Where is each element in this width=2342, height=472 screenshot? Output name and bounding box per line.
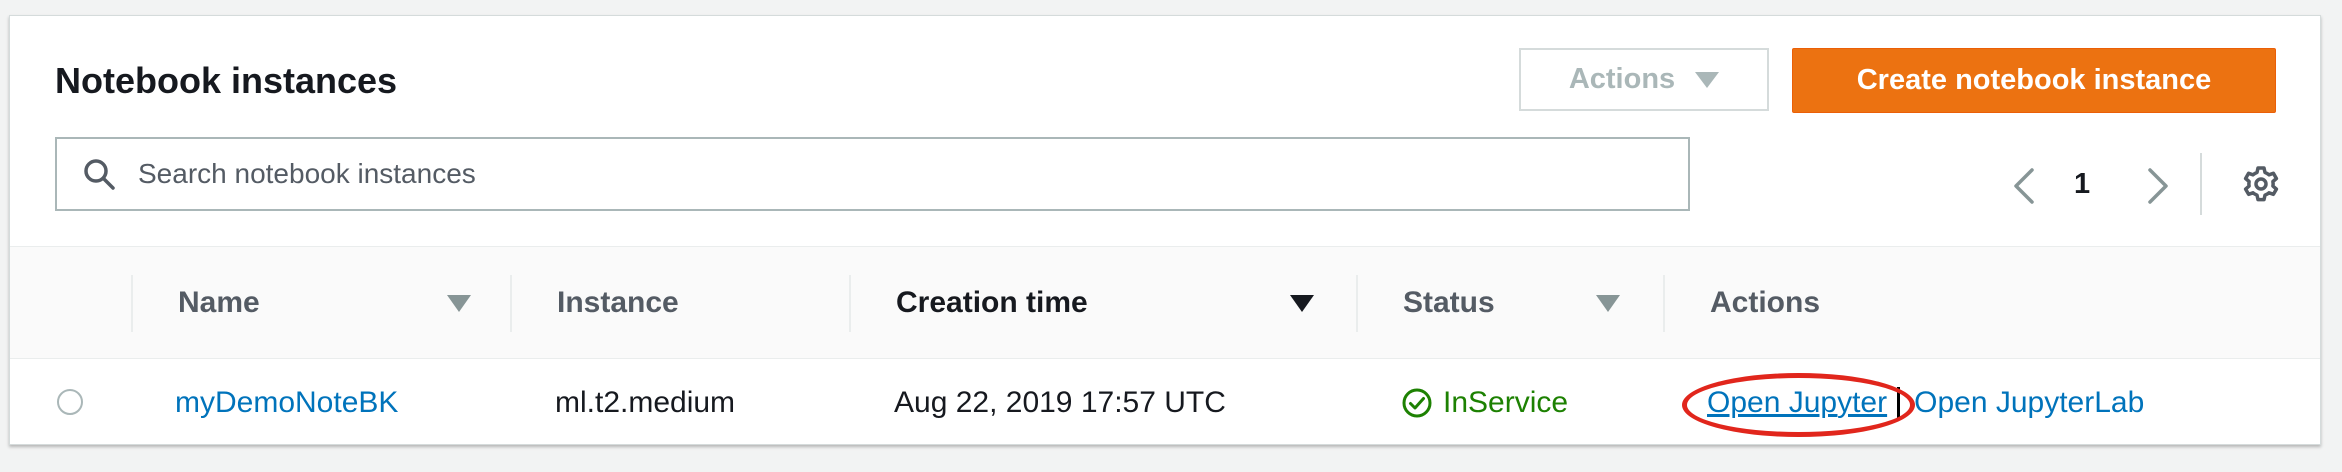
column-divider	[131, 275, 133, 332]
create-notebook-instance-button[interactable]: Create notebook instance	[1792, 48, 2276, 113]
gear-icon[interactable]	[2242, 165, 2280, 203]
notebook-instances-panel: Notebook instances Actions Create notebo…	[9, 15, 2321, 445]
open-jupyter-link[interactable]: Open Jupyter	[1707, 386, 1887, 420]
column-header-instance[interactable]: Instance	[557, 247, 679, 358]
column-header-creation-time[interactable]: Creation time	[896, 247, 1088, 358]
column-divider	[1663, 275, 1665, 332]
caret-down-icon	[1695, 71, 1720, 88]
sort-caret-icon[interactable]	[1596, 295, 1620, 312]
notebook-name-link[interactable]: myDemoNoteBK	[175, 386, 398, 420]
status-badge: InService	[1401, 386, 1568, 420]
row-select-radio[interactable]	[57, 389, 83, 415]
search-input[interactable]	[136, 157, 1688, 191]
instance-type: ml.t2.medium	[555, 385, 736, 419]
sort-caret-icon[interactable]	[1290, 295, 1314, 312]
chevron-left-icon[interactable]	[2010, 166, 2038, 206]
chevron-right-icon[interactable]	[2144, 166, 2172, 206]
table-row: myDemoNoteBK ml.t2.medium Aug 22, 2019 1…	[10, 359, 2320, 446]
creation-time: Aug 22, 2019 17:57 UTC	[894, 385, 1226, 419]
page-title: Notebook instances	[55, 60, 398, 101]
column-header-name[interactable]: Name	[178, 247, 260, 358]
column-header-actions: Actions	[1710, 285, 1821, 319]
sort-caret-icon[interactable]	[447, 295, 471, 312]
search-icon	[84, 159, 115, 190]
status-text: InService	[1443, 385, 1569, 419]
actions-dropdown-button[interactable]: Actions	[1519, 48, 1769, 111]
check-circle-icon	[1402, 388, 1432, 417]
open-jupyterlab-link[interactable]: Open JupyterLab	[1914, 386, 2144, 420]
current-page-number[interactable]: 1	[2074, 168, 2090, 201]
column-divider	[510, 275, 512, 332]
search-box[interactable]	[55, 137, 1690, 211]
table-header: Name Instance Creation time Status Actio…	[10, 247, 2320, 359]
actions-button-label: Actions	[1568, 63, 1676, 95]
column-divider	[1356, 275, 1358, 332]
column-divider	[849, 275, 851, 332]
link-separator	[1897, 386, 1901, 419]
column-header-status[interactable]: Status	[1403, 247, 1495, 358]
pager-divider	[2200, 153, 2202, 215]
